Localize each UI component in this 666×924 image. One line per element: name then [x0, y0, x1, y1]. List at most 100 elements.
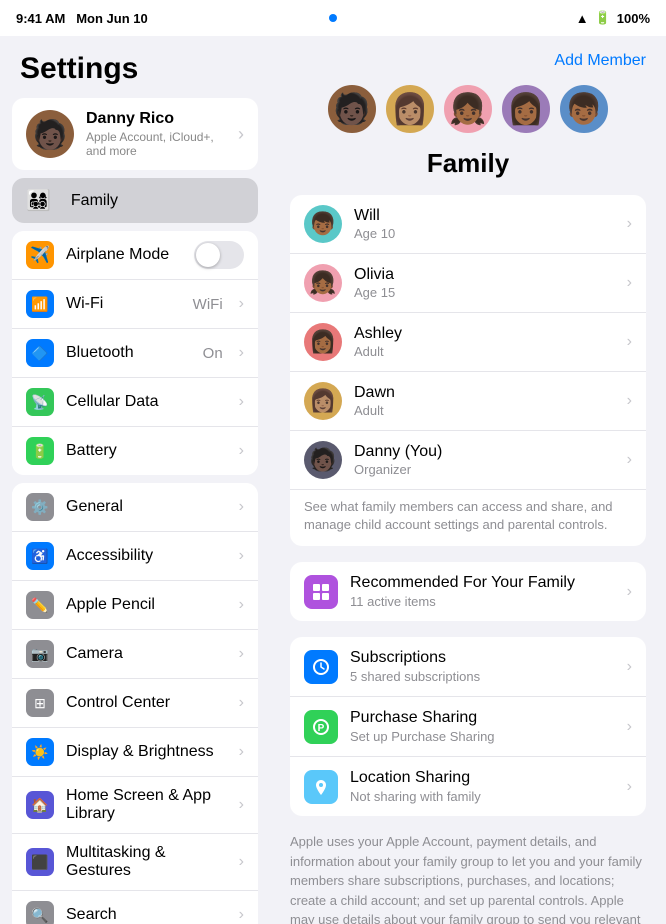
hero-avatar-danny: 🧑🏿	[325, 82, 379, 136]
member-name-dawn: Dawn	[354, 384, 395, 402]
recommended-name: Recommended For Your Family	[350, 574, 615, 592]
member-info-danny: Danny (You) Organizer	[354, 443, 442, 477]
wifi-value: WiFi	[193, 296, 223, 313]
sidebar-item-cellular[interactable]: 📡 Cellular Data ›	[12, 378, 258, 427]
sidebar-item-bluetooth[interactable]: 🔷 Bluetooth On ›	[12, 329, 258, 378]
member-info-will: Will Age 10	[354, 207, 395, 241]
sidebar-item-general[interactable]: ⚙️ General ›	[12, 483, 258, 532]
purchase-sub: Set up Purchase Sharing	[350, 729, 615, 744]
homescreen-icon: 🏠	[26, 791, 54, 819]
danny-chevron: ›	[627, 451, 632, 469]
profile-name: Danny Rico	[86, 110, 226, 128]
member-info-dawn: Dawn Adult	[354, 384, 395, 418]
panel-header: Add Member	[290, 52, 646, 70]
member-role-dawn: Adult	[354, 403, 395, 418]
status-time: 9:41 AM Mon Jun 10	[16, 11, 148, 26]
profile-info: Danny Rico Apple Account, iCloud+, and m…	[86, 110, 226, 158]
olivia-chevron: ›	[627, 274, 632, 292]
pencil-chevron: ›	[239, 596, 244, 614]
recommended-info: Recommended For Your Family 11 active it…	[350, 574, 615, 609]
member-role-will: Age 10	[354, 226, 395, 241]
hero-avatar-olivia: 👧🏾	[441, 82, 495, 136]
location-sub: Not sharing with family	[350, 789, 615, 804]
member-item-dawn[interactable]: 👩🏽 Dawn Adult ›	[290, 372, 646, 431]
display-label: Display & Brightness	[66, 743, 227, 761]
subscriptions-chevron: ›	[627, 658, 632, 676]
homescreen-chevron: ›	[239, 796, 244, 814]
search-label: Search	[66, 906, 227, 924]
main-container: Settings 🧑🏿 Danny Rico Apple Account, iC…	[0, 36, 666, 924]
profile-card[interactable]: 🧑🏿 Danny Rico Apple Account, iCloud+, an…	[12, 98, 258, 170]
sidebar-item-homescreen[interactable]: 🏠 Home Screen & App Library ›	[12, 777, 258, 834]
status-indicators: ▲ 🔋 100%	[576, 10, 650, 26]
member-name-will: Will	[354, 207, 395, 225]
feature-item-subscriptions[interactable]: Subscriptions 5 shared subscriptions ›	[290, 637, 646, 697]
multitasking-chevron: ›	[239, 853, 244, 871]
sidebar-item-display[interactable]: ☀️ Display & Brightness ›	[12, 728, 258, 777]
sidebar-section-system: ⚙️ General › ♿ Accessibility › ✏️ Apple …	[12, 483, 258, 924]
chevron-right-icon: ›	[238, 124, 244, 145]
cellular-label: Cellular Data	[66, 393, 227, 411]
general-label: General	[66, 498, 227, 516]
status-bar: 9:41 AM Mon Jun 10 ▲ 🔋 100%	[0, 0, 666, 36]
sidebar-item-accessibility[interactable]: ♿ Accessibility ›	[12, 532, 258, 581]
wifi-settings-icon: 📶	[26, 290, 54, 318]
family-section: 👨‍👩‍👧‍👦 Family	[12, 178, 258, 223]
member-item-olivia[interactable]: 👧🏾 Olivia Age 15 ›	[290, 254, 646, 313]
hero-avatar-dawn: 👩🏽	[383, 82, 437, 136]
member-role-ashley: Adult	[354, 344, 402, 359]
sidebar-item-pencil[interactable]: ✏️ Apple Pencil ›	[12, 581, 258, 630]
pencil-icon: ✏️	[26, 591, 54, 619]
accessibility-icon: ♿	[26, 542, 54, 570]
member-role-olivia: Age 15	[354, 285, 395, 300]
members-description: See what family members can access and s…	[290, 490, 646, 546]
ashley-chevron: ›	[627, 333, 632, 351]
cellular-icon: 📡	[26, 388, 54, 416]
sidebar-item-airplane[interactable]: ✈️ Airplane Mode	[12, 231, 258, 280]
battery-chevron: ›	[239, 442, 244, 460]
member-info-ashley: Ashley Adult	[354, 325, 402, 359]
member-avatar-ashley: 👩🏾	[304, 323, 342, 361]
members-list: 👦🏾 Will Age 10 › 👧🏾 Olivia Age 15 › 👩🏾	[290, 195, 646, 546]
airplane-icon: ✈️	[26, 241, 54, 269]
battery-settings-icon: 🔋	[26, 437, 54, 465]
bluetooth-icon: 🔷	[26, 339, 54, 367]
sidebar-item-controlcenter[interactable]: ⊞ Control Center ›	[12, 679, 258, 728]
sidebar-item-family[interactable]: 👨‍👩‍👧‍👦 Family	[12, 178, 258, 223]
sidebar-item-family-label: Family	[71, 192, 244, 210]
airplane-toggle[interactable]	[194, 241, 244, 269]
avatar: 🧑🏿	[26, 110, 74, 158]
member-item-danny[interactable]: 🧑🏿 Danny (You) Organizer ›	[290, 431, 646, 490]
purchase-icon: P	[304, 710, 338, 744]
sidebar-item-search[interactable]: 🔍 Search ›	[12, 891, 258, 924]
subscriptions-info: Subscriptions 5 shared subscriptions	[350, 649, 615, 684]
feature-item-recommended[interactable]: Recommended For Your Family 11 active it…	[290, 562, 646, 621]
accessibility-label: Accessibility	[66, 547, 227, 565]
member-item-ashley[interactable]: 👩🏾 Ashley Adult ›	[290, 313, 646, 372]
sidebar-item-battery[interactable]: 🔋 Battery ›	[12, 427, 258, 475]
bluetooth-label: Bluetooth	[66, 344, 191, 362]
pencil-label: Apple Pencil	[66, 596, 227, 614]
location-icon	[304, 770, 338, 804]
location-chevron: ›	[627, 778, 632, 796]
member-avatar-will: 👦🏾	[304, 205, 342, 243]
sidebar-item-camera[interactable]: 📷 Camera ›	[12, 630, 258, 679]
member-item-will[interactable]: 👦🏾 Will Age 10 ›	[290, 195, 646, 254]
display-icon: ☀️	[26, 738, 54, 766]
sidebar-item-multitasking[interactable]: ⬛ Multitasking & Gestures ›	[12, 834, 258, 891]
recommended-sub: 11 active items	[350, 594, 615, 609]
camera-icon: 📷	[26, 640, 54, 668]
feature-item-purchase[interactable]: P Purchase Sharing Set up Purchase Shari…	[290, 697, 646, 757]
location-name: Location Sharing	[350, 769, 615, 787]
homescreen-label: Home Screen & App Library	[66, 787, 227, 823]
feature-item-location[interactable]: Location Sharing Not sharing with family…	[290, 757, 646, 816]
profile-subtitle: Apple Account, iCloud+, and more	[86, 130, 226, 158]
sidebar-item-wifi[interactable]: 📶 Wi-Fi WiFi ›	[12, 280, 258, 329]
member-info-olivia: Olivia Age 15	[354, 266, 395, 300]
bluetooth-chevron: ›	[239, 344, 244, 362]
dawn-chevron: ›	[627, 392, 632, 410]
multitasking-label: Multitasking & Gestures	[66, 844, 227, 880]
purchase-name: Purchase Sharing	[350, 709, 615, 727]
controlcenter-chevron: ›	[239, 694, 244, 712]
add-member-button[interactable]: Add Member	[554, 52, 646, 70]
